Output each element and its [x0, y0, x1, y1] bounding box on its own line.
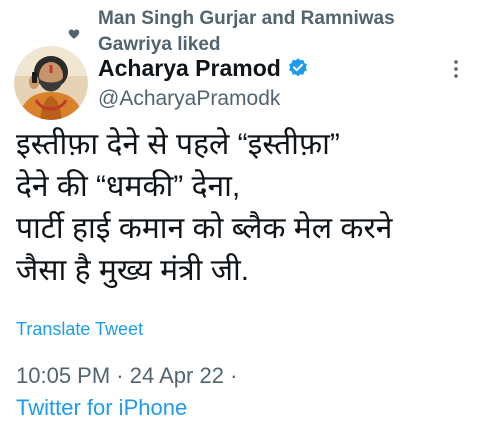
author-display-name[interactable]: Acharya Pramod: [98, 54, 281, 82]
more-options-icon[interactable]: [447, 58, 465, 80]
tweet-text-line: देने की “धमकी” देना,: [16, 170, 241, 203]
tweet-time[interactable]: 10:05 PM: [16, 363, 110, 388]
translate-tweet-link[interactable]: Translate Tweet: [16, 317, 143, 341]
tweet-date[interactable]: 24 Apr 22: [130, 363, 224, 388]
separator-dot: ·: [116, 363, 124, 388]
tweet-source-link[interactable]: Twitter for iPhone: [16, 394, 187, 422]
verified-badge-icon: [288, 58, 307, 77]
avatar[interactable]: [14, 46, 88, 120]
timestamp-row[interactable]: 10:05 PM · 24 Apr 22 ·: [16, 362, 237, 390]
author-handle[interactable]: @AcharyaPramodk: [98, 86, 280, 112]
tweet-text-line: जैसा है मुख्य मंत्री जी.: [16, 254, 250, 287]
social-context-label[interactable]: Man Singh Gurjar and Ramniwas Gawriya li…: [98, 6, 458, 58]
author-name-row[interactable]: Acharya Pramod: [98, 54, 309, 82]
heart-icon: [68, 29, 80, 39]
tweet-card[interactable]: Man Singh Gurjar and Ramniwas Gawriya li…: [0, 0, 481, 438]
separator-dot: ·: [230, 363, 238, 388]
tweet-text-line: इस्तीफ़ा देने से पहले “इस्तीफ़ा”: [16, 128, 340, 161]
tweet-text: इस्तीफ़ा देने से पहले “इस्तीफ़ा” देने की…: [16, 124, 471, 292]
tweet-text-line: पार्टी हाई कमान को ब्लैक मेल करने: [16, 212, 393, 245]
